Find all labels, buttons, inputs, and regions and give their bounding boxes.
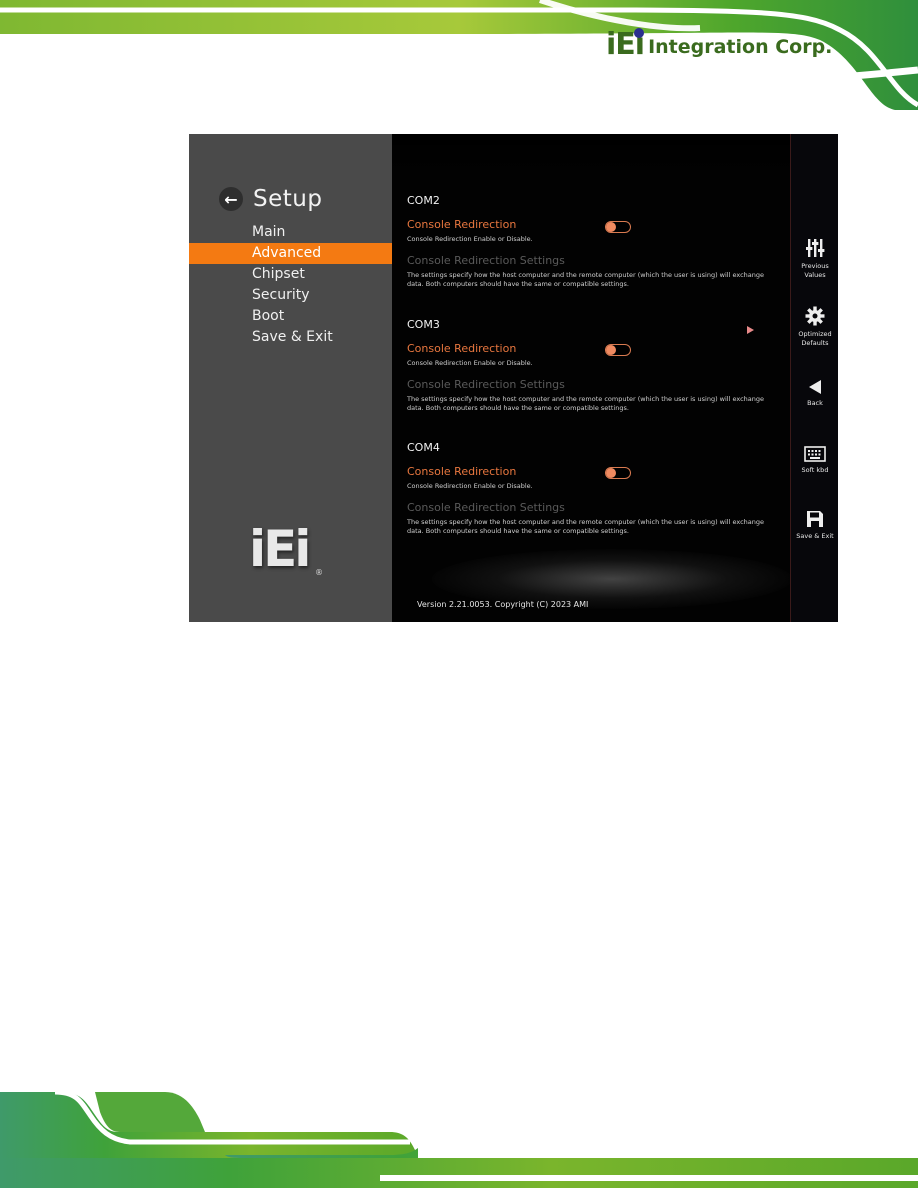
- com4-section: COM4 Console Redirection Console Redirec…: [407, 441, 787, 536]
- iei-logo-mark: iEi: [249, 520, 311, 578]
- sidebar-item-advanced[interactable]: Advanced: [189, 243, 392, 264]
- sidebar: ← Setup Main Advanced Chipset Security B…: [189, 134, 392, 622]
- console-redirection-settings-help: The settings specify how the host comput…: [407, 271, 765, 288]
- sidebar-item-save-exit[interactable]: Save & Exit: [189, 327, 392, 348]
- save-exit-label: Save & Exit: [796, 532, 834, 540]
- console-redirection-label[interactable]: Console Redirection: [407, 465, 787, 478]
- console-redirection-settings-help: The settings specify how the host comput…: [407, 518, 765, 535]
- setup-header: ← Setup: [219, 186, 322, 212]
- optimized-defaults-button[interactable]: Optimized Defaults: [791, 306, 838, 348]
- brand-logo: iEi Integration Corp.: [606, 27, 833, 62]
- sliders-icon: [806, 239, 825, 257]
- sidebar-item-main[interactable]: Main: [189, 222, 392, 243]
- iei-logo: iEi ®: [249, 524, 324, 584]
- back-button[interactable]: Back: [791, 379, 838, 408]
- footer-banner: [0, 1089, 918, 1188]
- console-redirection-settings-link[interactable]: Console Redirection Settings: [407, 501, 787, 514]
- back-label: Back: [807, 399, 823, 407]
- console-redirection-label[interactable]: Console Redirection: [407, 342, 787, 355]
- previous-values-label-1: Previous: [801, 262, 829, 270]
- brand-dot: [634, 28, 645, 38]
- previous-values-button[interactable]: Previous Values: [791, 238, 838, 280]
- previous-values-label-2: Values: [804, 271, 826, 279]
- console-redirection-settings-link[interactable]: Console Redirection Settings: [407, 254, 787, 267]
- toggle-knob: [606, 222, 616, 232]
- sidebar-item-boot[interactable]: Boot: [189, 306, 392, 327]
- soft-keyboard-label: Soft kbd: [801, 466, 829, 474]
- section-title: COM2: [407, 194, 440, 207]
- floppy-save-icon: [807, 511, 823, 527]
- settings-content: COM2 Console Redirection Console Redirec…: [392, 134, 790, 622]
- arrow-left-icon[interactable]: ←: [219, 187, 243, 211]
- console-redirection-help: Console Redirection Enable or Disable.: [407, 482, 533, 490]
- keyboard-icon: [804, 446, 826, 462]
- console-redirection-settings-link[interactable]: Console Redirection Settings: [407, 378, 787, 391]
- back-triangle-icon: [809, 380, 821, 394]
- console-redirection-help: Console Redirection Enable or Disable.: [407, 235, 533, 243]
- mouse-pointer-icon: [747, 326, 754, 334]
- save-exit-button[interactable]: Save & Exit: [791, 510, 838, 541]
- brand-mark: iEi: [606, 27, 645, 62]
- scroll-fade: [392, 134, 790, 178]
- gear-icon: [805, 306, 825, 326]
- sidebar-item-chipset[interactable]: Chipset: [189, 264, 392, 285]
- com2-section: COM2 Console Redirection Console Redirec…: [407, 194, 787, 289]
- action-bar: Previous Values Optimized Defaults Back …: [790, 134, 838, 622]
- optimized-defaults-label-1: Optimized: [798, 330, 832, 338]
- registered-mark: ®: [315, 568, 323, 577]
- console-redirection-help: Console Redirection Enable or Disable.: [407, 359, 533, 367]
- section-title: COM3: [407, 318, 440, 331]
- sidebar-menu: Main Advanced Chipset Security Boot Save…: [189, 222, 392, 348]
- setup-title: Setup: [253, 186, 323, 212]
- brand-name: Integration Corp.: [648, 36, 833, 58]
- optimized-defaults-label-2: Defaults: [801, 339, 829, 347]
- console-redirection-toggle[interactable]: [605, 344, 631, 356]
- toggle-knob: [606, 468, 616, 478]
- console-redirection-toggle[interactable]: [605, 467, 631, 479]
- section-title: COM4: [407, 441, 440, 454]
- version-text: Version 2.21.0053. Copyright (C) 2023 AM…: [417, 600, 589, 609]
- soft-keyboard-button[interactable]: Soft kbd: [791, 446, 838, 475]
- console-redirection-settings-help: The settings specify how the host comput…: [407, 395, 765, 412]
- console-redirection-toggle[interactable]: [605, 221, 631, 233]
- toggle-knob: [606, 345, 616, 355]
- bios-screen: ← Setup Main Advanced Chipset Security B…: [189, 134, 838, 622]
- console-redirection-label[interactable]: Console Redirection: [407, 218, 787, 231]
- sidebar-item-security[interactable]: Security: [189, 285, 392, 306]
- com3-section: COM3 Console Redirection Console Redirec…: [407, 318, 787, 413]
